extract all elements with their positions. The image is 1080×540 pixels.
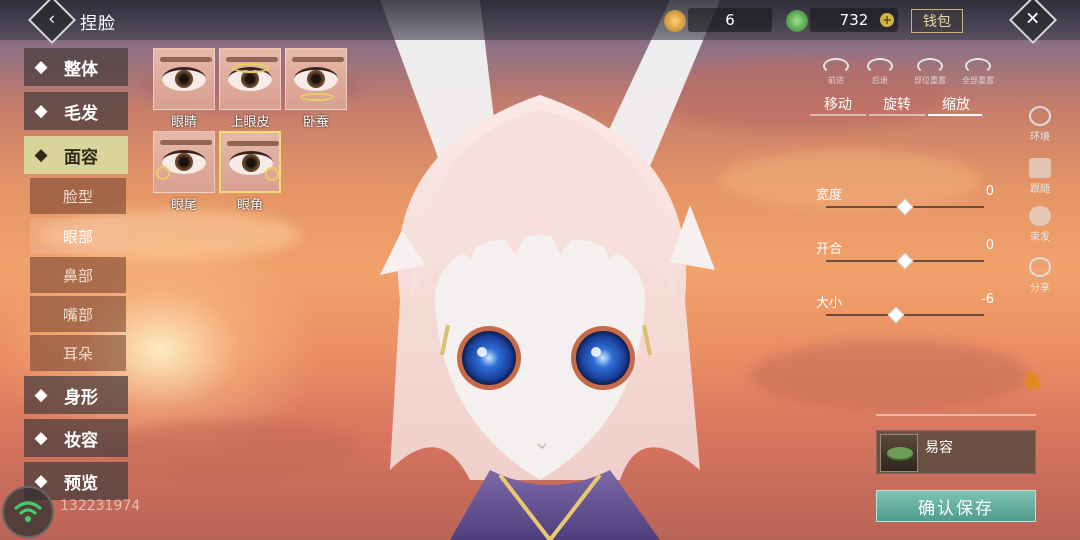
submenu-item-eyes[interactable]: 眼部 (30, 218, 126, 254)
eye-option-eyes[interactable] (153, 48, 215, 110)
eye-option-label: 卧蚕 (302, 115, 329, 130)
eye-option-eye-bags[interactable] (285, 48, 347, 110)
side-button-label: 环境 (1030, 132, 1050, 143)
menu-item-label: 妆容 (64, 430, 98, 451)
reset-icon (917, 58, 943, 74)
eye-option-label: 上眼皮 (230, 115, 270, 130)
menu-item-label: 毛发 (64, 103, 98, 124)
undo-button[interactable]: 前进 (818, 58, 854, 86)
side-button-environment[interactable]: 环境 (1026, 106, 1054, 143)
redo-label: 后退 (872, 76, 888, 85)
menu-item-label: 身形 (64, 387, 98, 408)
add-currency-icon[interactable]: + (880, 13, 894, 27)
menu-item-face[interactable]: ◆ 面容 (24, 136, 128, 174)
cloud (100, 420, 360, 480)
eye-option-label: 眼尾 (170, 198, 197, 213)
submenu-item-nose[interactable]: 鼻部 (30, 257, 126, 293)
reset-all-button[interactable]: 全部重置 (958, 58, 998, 86)
menu-item-makeup[interactable]: ◆ 妆容 (24, 419, 128, 457)
slider-label-width: 宽度 (816, 188, 843, 203)
jade-coin-icon (786, 10, 808, 32)
slider-value-width: 0 (985, 184, 994, 199)
reset-all-label: 全部重置 (962, 76, 994, 85)
cloud (750, 340, 1030, 410)
menu-item-overall[interactable]: ◆ 整体 (24, 48, 128, 86)
undo-icon (823, 58, 849, 74)
tab-underline-active (928, 114, 982, 116)
side-button-share[interactable]: 分享 (1026, 257, 1054, 294)
menu-item-label: 预览 (64, 473, 98, 494)
slider-value-open-close: 0 (985, 238, 994, 253)
tab-move[interactable]: 移动 (810, 94, 866, 116)
body-outline-icon: ◆ (34, 57, 48, 77)
redo-button[interactable]: 后退 (862, 58, 898, 86)
eye-option-label: 眼角 (236, 198, 263, 213)
tab-underline (810, 114, 866, 116)
menu-item-hair[interactable]: ◆ 毛发 (24, 92, 128, 130)
submenu-item-ears[interactable]: 耳朵 (30, 335, 126, 371)
face-icon: ◆ (34, 145, 48, 165)
wifi-icon[interactable] (2, 486, 54, 538)
yirong-label: 易容 (925, 440, 953, 456)
side-button-label: 跟随 (1030, 184, 1050, 195)
gold-ingot-icon (664, 10, 686, 32)
submenu-item-mouth[interactable]: 嘴部 (30, 296, 126, 332)
reset-part-button[interactable]: 部位重置 (910, 58, 950, 86)
eye-option-eye-tail[interactable] (153, 131, 215, 193)
character-model[interactable] (340, 0, 760, 540)
currency1-amount: 6 (688, 8, 772, 32)
confirm-save-button[interactable]: 确认保存 (876, 490, 1036, 522)
menu-item-label: 面容 (64, 147, 98, 168)
redo-icon (867, 58, 893, 74)
share-icon (1029, 257, 1051, 277)
figure-icon: ◆ (34, 385, 48, 405)
makeup-icon: ◆ (34, 428, 48, 448)
hair-tie-icon (1029, 206, 1051, 226)
right-eye (571, 326, 635, 390)
side-button-label: 束发 (1030, 232, 1050, 243)
eye-option-upper-eyelid[interactable] (219, 48, 281, 110)
page-title: 捏脸 (80, 14, 116, 34)
eye-option-label: 眼睛 (170, 115, 197, 130)
hair-icon: ◆ (34, 101, 48, 121)
side-button-follow[interactable]: 跟随 (1026, 158, 1054, 195)
menu-item-label: 整体 (64, 59, 98, 80)
chevron-left-icon: ‹ (48, 8, 56, 30)
side-button-label: 分享 (1030, 283, 1050, 294)
menu-item-figure[interactable]: ◆ 身形 (24, 376, 128, 414)
user-id: 132231974 (60, 498, 141, 514)
slider-label-size: 大小 (816, 296, 843, 311)
robe (450, 470, 660, 540)
leaf-icon[interactable] (1020, 370, 1044, 394)
undo-label: 前进 (828, 76, 844, 85)
submenu-item-face-shape[interactable]: 脸型 (30, 178, 126, 214)
yirong-icon (880, 434, 918, 472)
tab-scale[interactable]: 缩放 (928, 94, 984, 116)
slider-value-size: -6 (981, 292, 994, 307)
divider (876, 414, 1036, 416)
tab-underline (869, 114, 925, 116)
eye-option-eye-corner[interactable] (219, 131, 281, 193)
wallet-button[interactable]: 钱包 (911, 9, 963, 33)
close-icon: ✕ (1025, 9, 1041, 30)
left-eye (457, 326, 521, 390)
yirong-item[interactable]: 易容 (876, 430, 1036, 474)
reset-icon (965, 58, 991, 74)
reset-part-label: 部位重置 (914, 76, 946, 85)
tab-rotate[interactable]: 旋转 (869, 94, 925, 116)
side-button-hair-tie[interactable]: 束发 (1026, 206, 1054, 243)
camera-icon (1029, 158, 1051, 178)
environment-icon (1029, 106, 1051, 126)
slider-label-open-close: 开合 (816, 242, 843, 257)
slider-track-size[interactable] (826, 314, 984, 316)
